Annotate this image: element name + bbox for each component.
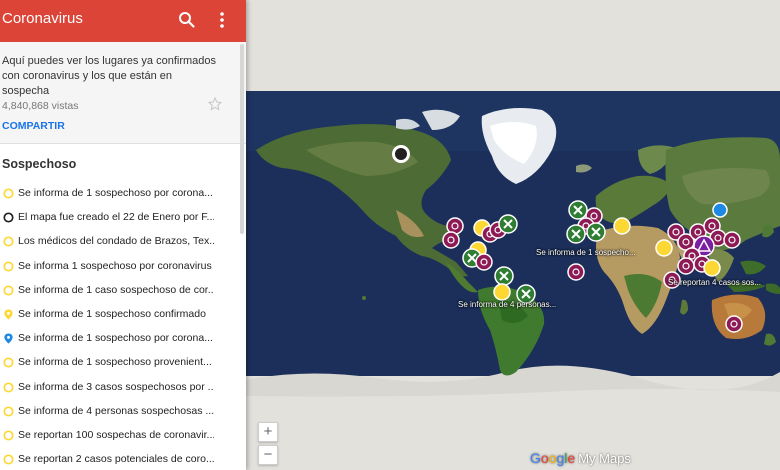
biohazard-marker[interactable] [677, 257, 695, 275]
blue-marker[interactable] [712, 202, 728, 218]
scrollbar[interactable] [240, 44, 244, 234]
green-x-marker[interactable] [568, 200, 588, 220]
list-item[interactable]: Se informa de 1 sospechoso por corona... [0, 182, 246, 206]
yellow-circle-icon [3, 236, 14, 247]
list-item[interactable]: Se informa de 3 casos sospechosos por ..… [0, 376, 246, 400]
list-item[interactable]: Se informa de 1 caso sospechoso de cor..… [0, 279, 246, 303]
search-icon[interactable] [178, 11, 196, 29]
map-legend-panel: Coronavirus Aquí puedes ver los lugares … [0, 0, 246, 470]
list-item[interactable]: Se informa de 4 personas sospechosas ... [0, 400, 246, 424]
list-item-label: Los médicos del condado de Brazos, Tex..… [18, 235, 214, 248]
list-item-label: Se reportan 2 casos potenciales de coro.… [18, 453, 214, 466]
list-item[interactable]: Se informa de 1 sospechoso confirmado [0, 303, 246, 327]
map-label[interactable]: Se informa de 4 personas... [458, 300, 556, 309]
biohazard-marker[interactable] [567, 263, 585, 281]
biohazard-marker[interactable] [475, 253, 493, 271]
yellow-marker[interactable] [493, 283, 511, 301]
list-item-label: El mapa fue creado el 22 de Enero por F.… [18, 211, 214, 224]
yellow-circle-icon [3, 188, 14, 199]
yellow-marker[interactable] [703, 259, 721, 277]
green-x-marker[interactable] [498, 214, 518, 234]
green-x-marker[interactable] [586, 222, 606, 242]
map-info: Aquí puedes ver los lugares ya confirmad… [0, 42, 246, 144]
list-item[interactable]: Se informa de 1 sospechoso provenient... [0, 351, 246, 375]
list-item[interactable]: Se reportan 2 casos potenciales de coro.… [0, 448, 246, 470]
biohazard-marker[interactable] [723, 231, 741, 249]
place-list: Se informa de 1 sospechoso por corona...… [0, 182, 246, 470]
layer-title: Sospechoso [2, 157, 77, 171]
yellow-pin-icon [4, 309, 13, 320]
yellow-circle-icon [3, 357, 14, 368]
biohazard-marker[interactable] [442, 231, 460, 249]
map-label[interactable]: Se reportan 4 casos sos... [668, 278, 761, 287]
list-item-label: Se informa 1 sospechoso por coronavirus [18, 259, 212, 272]
zoom-out-button[interactable]: − [258, 445, 278, 465]
list-item-label: Se informa de 4 personas sospechosas ... [18, 404, 214, 417]
yellow-marker[interactable] [655, 239, 673, 257]
list-item[interactable]: Se informa de 1 sospechoso por corona... [0, 327, 246, 351]
list-item-label: Se informa de 1 sospechoso por corona... [18, 187, 213, 199]
yellow-circle-icon [3, 261, 14, 272]
list-item-label: Se informa de 1 sospechoso confirmado [18, 307, 206, 320]
list-item[interactable]: Se reportan 100 sospechas de coronavir..… [0, 424, 246, 448]
map-description: Aquí puedes ver los lugares ya confirmad… [2, 55, 217, 97]
list-item-label: Se informa de 3 casos sospechosos por ..… [18, 380, 214, 393]
marker-black[interactable] [392, 145, 410, 163]
blue-pin-icon [4, 333, 13, 344]
view-count: 4,840,868 vistas [2, 100, 79, 112]
share-button[interactable]: COMPARTIR [2, 120, 216, 132]
world-map[interactable] [246, 0, 780, 470]
list-item-label: Se informa de 1 sospechoso por corona... [18, 332, 213, 345]
list-item[interactable]: El mapa fue creado el 22 de Enero por F.… [0, 206, 246, 230]
google-my-maps-logo: Google My Maps [530, 450, 631, 466]
yellow-circle-icon [3, 406, 14, 417]
yellow-circle-icon [3, 285, 14, 296]
my-maps-app: Se informa de 1 sospecho... Se informa d… [0, 0, 780, 470]
list-item-label: Se informa de 1 caso sospechoso de cor..… [18, 283, 214, 296]
list-item[interactable]: Los médicos del condado de Brazos, Tex..… [0, 230, 246, 254]
green-x-marker[interactable] [494, 266, 514, 286]
black-circle-icon [3, 212, 14, 223]
yellow-circle-icon [3, 381, 14, 393]
yellow-circle-icon [3, 430, 14, 441]
zoom-in-button[interactable]: + [258, 422, 278, 442]
list-item[interactable]: Se informa 1 sospechoso por coronavirus [0, 255, 246, 279]
yellow-marker[interactable] [613, 217, 631, 235]
more-vert-icon[interactable] [218, 11, 226, 29]
map-canvas[interactable]: Se informa de 1 sospecho... Se informa d… [246, 0, 780, 470]
star-icon[interactable] [208, 97, 222, 111]
title-bar: Coronavirus [0, 0, 246, 42]
map-title: Coronavirus [2, 10, 83, 27]
biohazard-marker[interactable] [725, 315, 743, 333]
map-label[interactable]: Se informa de 1 sospecho... [536, 248, 636, 257]
list-item-label: Se reportan 100 sospechas de coronavir..… [18, 428, 214, 441]
yellow-circle-icon [3, 454, 14, 465]
list-item-label: Se informa de 1 sospechoso provenient... [18, 356, 212, 369]
green-x-marker[interactable] [566, 224, 586, 244]
